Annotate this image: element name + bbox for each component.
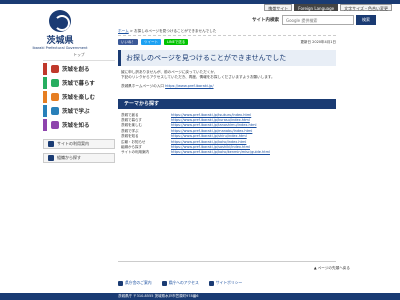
sidebar-site-guide-link[interactable]: サイトの利用案内 <box>43 139 115 149</box>
content-divider <box>118 261 336 262</box>
category-icon <box>51 93 59 101</box>
breadcrumb: ホーム > お探しのページを見つけることができませんでした <box>118 28 336 36</box>
theme-label: サイトの利用案内 <box>121 150 149 155</box>
sidebar-item-shiru[interactable]: 茨城を知る <box>43 119 115 131</box>
sidebar-sub-label: 組織から探す <box>57 155 81 160</box>
sidebar-item-label: 茨城で学ぶ <box>62 109 90 115</box>
theme-link[interactable]: https://www.pref.ibaraki.jp/kurasu/index… <box>171 118 250 122</box>
update-date: 更新日 2020年4月1日 <box>300 39 336 44</box>
sidebar-top-link[interactable]: トップ <box>43 50 115 61</box>
prefecture-emblem-icon <box>49 10 71 32</box>
guide-icon <box>48 141 54 147</box>
sidebar-item-label: 茨城で暮らす <box>62 81 95 87</box>
home-link-text: 茨城県ホームページの入口 <box>121 84 164 88</box>
theme-link[interactable]: https://www.pref.ibaraki.jp/koho/index.h… <box>171 140 246 144</box>
sidebar-item-label: 茨城を楽しむ <box>62 95 96 101</box>
footer-link-policy[interactable]: サイトポリシー <box>208 280 243 286</box>
line-share-button[interactable]: LINEで送る <box>164 39 189 45</box>
sidebar-item-label: 茨城を創る <box>62 67 90 73</box>
theme-link[interactable]: https://www.pref.ibaraki.jp/manabu/index… <box>171 129 252 133</box>
category-icon <box>51 121 59 129</box>
text-size-color-button[interactable]: 文字サイズ・色合い変更 <box>340 4 392 11</box>
theme-link[interactable]: https://www.pref.ibaraki.jp/soshiki/inde… <box>171 145 250 149</box>
mobile-site-button[interactable]: 携帯サイト <box>264 4 293 11</box>
document-icon <box>208 280 214 286</box>
error-message: 誠に申し訳ありませんが、前のページに戻っていただくか、 下記のリンクからアクセス… <box>118 70 336 80</box>
table-row: サイトの利用案内 https://www.pref.ibaraki.jp/koho… <box>118 150 336 155</box>
site-logo[interactable]: 茨城県 Ibaraki Prefectural Government <box>20 10 100 50</box>
theme-heading: テーマから探す <box>118 99 336 109</box>
map-icon <box>161 280 167 286</box>
footer-links: 県庁舎のご案内 県庁へのアクセス サイトポリシー <box>118 280 242 286</box>
breadcrumb-home[interactable]: ホーム <box>118 29 129 33</box>
search-input[interactable] <box>282 15 354 25</box>
theme-link[interactable]: https://www.pref.ibaraki.jp/koho/kenmin/… <box>171 150 270 154</box>
message-line: 下記のリンクからアクセスしていただき、再度、情報をお探しくださいますようお願いし… <box>121 75 275 79</box>
footer-bar: 茨城県庁 〒310-8555 茨城県水戸市笠原町978番6 <box>0 293 400 300</box>
home-link[interactable]: https://www.pref.ibaraki.jp/ <box>165 84 213 88</box>
category-icon <box>51 79 59 87</box>
theme-link[interactable]: https://www.pref.ibaraki.jp/tanoshimu/in… <box>171 123 257 127</box>
sidebar-item-tanoshimu[interactable]: 茨城を楽しむ <box>43 91 115 103</box>
sidebar-item-kurasu[interactable]: 茨城で暮らす <box>43 77 115 89</box>
category-icon <box>51 65 59 73</box>
utility-menu: 携帯サイト Foreign Language 文字サイズ・色合い変更 <box>264 4 392 11</box>
organization-icon <box>48 155 54 161</box>
foreign-language-button[interactable]: Foreign Language <box>294 4 339 11</box>
site-search: サイト内検索 <box>252 15 354 25</box>
theme-table: 茨城で創る https://www.pref.ibaraki.jp/tsukuru… <box>118 112 336 155</box>
footer-link-access[interactable]: 県庁へのアクセス <box>161 280 199 286</box>
sidebar-item-tsukuru[interactable]: 茨城を創る <box>43 63 115 75</box>
facebook-like-button[interactable]: いいね！ <box>118 39 138 45</box>
theme-link[interactable]: https://www.pref.ibaraki.jp/shiru/index.… <box>171 134 247 138</box>
home-link-paragraph: 茨城県ホームページの入口 https://www.pref.ibaraki.jp… <box>118 84 336 89</box>
breadcrumb-current: お探しのページを見つけることができませんでした <box>134 29 217 33</box>
sidebar-item-manabu[interactable]: 茨城で学ぶ <box>43 105 115 117</box>
page-title: お探しのページを見つけることができませんでした <box>118 50 336 66</box>
footer-link-office-guide[interactable]: 県庁舎のご案内 <box>118 280 152 286</box>
sidebar: トップ 茨城を創る 茨城で暮らす 茨城を楽しむ 茨城で学ぶ 茨城を知る サイトの… <box>43 50 115 163</box>
search-button[interactable]: 検索 <box>356 15 376 25</box>
sidebar-sub-label: サイトの利用案内 <box>57 141 89 146</box>
page-top-link[interactable]: ▲ ページの先頭へ戻る <box>314 266 350 271</box>
theme-link[interactable]: https://www.pref.ibaraki.jp/tsukuru/inde… <box>171 113 251 117</box>
footer-link-label: 県庁舎のご案内 <box>125 280 152 285</box>
logo-name: 茨城県 <box>46 36 74 46</box>
share-bar: いいね！ ツイート LINEで送る 更新日 2020年4月1日 <box>118 38 336 46</box>
building-icon <box>118 280 123 286</box>
sidebar-item-label: 茨城を知る <box>62 123 90 129</box>
sidebar-organization-link[interactable]: 組織から探す <box>43 153 115 163</box>
tweet-button[interactable]: ツイート <box>141 39 161 45</box>
main-content: ホーム > お探しのページを見つけることができませんでした いいね！ ツイート … <box>118 28 336 155</box>
footer-link-label: サイトポリシー <box>215 280 243 285</box>
category-icon <box>51 107 59 115</box>
footer-link-label: 県庁へのアクセス <box>168 280 199 285</box>
search-label: サイト内検索 <box>252 18 279 23</box>
